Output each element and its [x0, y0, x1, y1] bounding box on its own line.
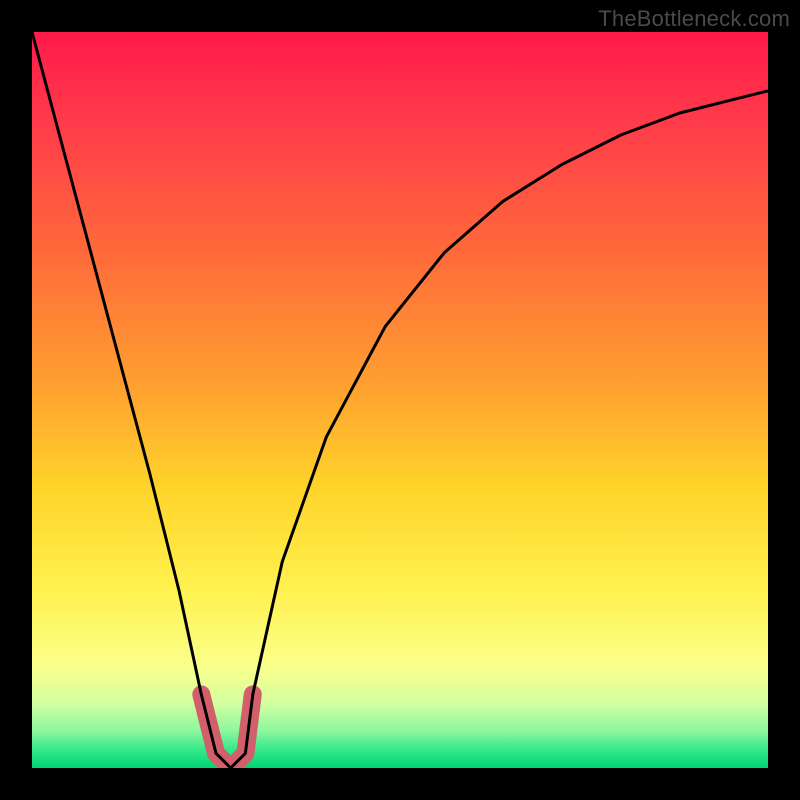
- outer-frame: TheBottleneck.com: [0, 0, 800, 800]
- bottleneck-curve: [32, 32, 768, 768]
- chart-canvas: [32, 32, 768, 768]
- plot-area: [32, 32, 768, 768]
- watermark-text: TheBottleneck.com: [598, 6, 790, 32]
